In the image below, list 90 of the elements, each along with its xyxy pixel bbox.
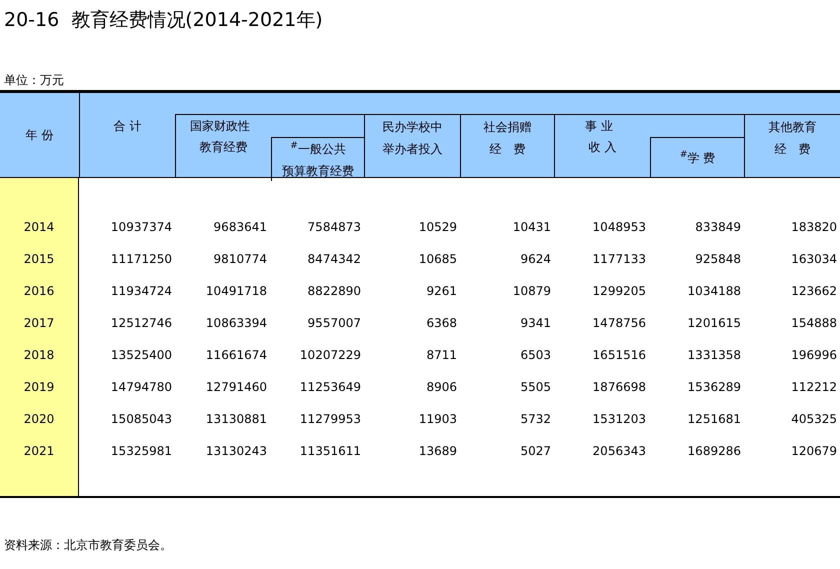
table-cell-text: 14794780 [110,379,173,396]
page-title: 20-16 教育经费情况(2014-2021年) [3,8,324,33]
column-header: 社会捐赠 [484,119,532,136]
unit-label: 单位：万元 [3,72,65,89]
table-cell-text: 196996 [790,347,838,364]
table-cell-text: 123662 [790,283,838,300]
table-cell-text: 13525400 [110,347,173,364]
year-cell-text: 2018 [22,347,56,364]
table-cell-text: 1536289 [686,379,742,396]
table-cell-text: 5732 [519,411,552,428]
source-note: 资料来源：北京市教育委员会。 [3,537,173,554]
column-header: 教育经费 [200,139,248,156]
column-header: 预算教育经费 [282,162,354,180]
table-cell-text: 8711 [425,347,458,364]
table-cell-text: 13689 [418,443,458,460]
year-cell-text: 2019 [22,379,56,396]
table-cell-text: 8906 [425,379,458,396]
table-cell-text: 9261 [425,283,458,300]
column-header: 收 入 [588,139,616,156]
table-cell-text: 1689286 [686,443,742,460]
column-header: 经 费 [490,141,526,158]
column-header: 合 计 [114,118,142,135]
table-cell-text: 154888 [790,315,838,332]
table-cell-text: 9683641 [212,219,268,236]
column-header: 举办者投入 [382,141,442,158]
table-cell-text: 9341 [519,315,552,332]
table-cell-text: 11661674 [204,347,268,364]
column-header: 国家财政性 [190,118,250,135]
table-cell-text: 163034 [790,251,838,268]
table-cell-text: 5027 [519,443,552,460]
table-cell-text: 112212 [790,379,838,396]
table-cell-text: 10491718 [204,283,268,300]
table-cell-text: 8474342 [306,251,362,268]
table-cell-text: 1651516 [592,347,647,364]
column-header: 事 业 [585,118,613,135]
table-cell-text: 1531203 [592,411,647,428]
table-cell-text: 11171250 [110,251,173,268]
table-cell-text: 6503 [519,347,552,364]
table-cell-text: 7584873 [306,219,362,236]
table-cell-text: 10529 [418,219,458,236]
column-header: 民办学校中 [382,119,442,136]
table-cell-text: 10863394 [204,315,268,332]
column-header: 年 份 [26,127,54,144]
table-cell-text: 1201615 [686,315,742,332]
table-cell-text: 12791460 [204,379,268,396]
table-cell-text: 183820 [790,219,838,236]
table-cell-text: 10937374 [110,219,173,236]
table-cell-text: 13130243 [204,443,268,460]
table-cell-text: 11903 [418,411,458,428]
table-cell-text: 1478756 [592,315,647,332]
table-cell-text: 1034188 [686,283,742,300]
table-cell-text: 925848 [694,251,742,268]
table-cell-text: 10431 [512,219,552,236]
table-cell-text: 1048953 [592,219,647,236]
table-cell-text: 1177133 [592,251,647,268]
year-cell-text: 2020 [22,411,56,428]
table-cell-text: 5505 [519,379,552,396]
table-cell-text: 11279953 [298,411,362,428]
year-cell-text: 2017 [22,315,56,332]
table-cell-text: 1331358 [686,347,742,364]
table-cell-text: 15085043 [110,411,173,428]
table-cell-text: 8822890 [306,283,362,300]
table-cell-text: 15325981 [110,443,173,460]
column-header: $^{#}$学 费 [680,149,716,166]
table-cell-text: 9624 [519,251,552,268]
table-cell-text: 120679 [790,443,838,460]
year-cell-text: 2014 [22,219,56,236]
table-cell-text: 833849 [694,219,742,236]
table-cell-text: 6368 [425,315,458,332]
table-cell-text: 1299205 [592,283,647,300]
table-cell-text: 10685 [418,251,458,268]
table-cell-text: 12512746 [110,315,173,332]
table-cell-text: 9557007 [306,315,362,332]
table-cell-text: 2056343 [592,443,647,460]
table-cell-text: 11253649 [298,379,362,396]
table-cell-text: 9810774 [212,251,268,268]
year-cell-text: 2021 [22,443,56,460]
column-header: $^{#}$一般公共 [290,140,346,158]
table-cell-text: 13130881 [204,411,268,428]
column-header: 其他教育 [768,119,816,136]
year-cell-text: 2015 [22,251,56,268]
table-cell-text: 11934724 [110,283,173,300]
column-header: 经 费 [774,141,810,158]
year-cell-text: 2016 [22,283,56,300]
table-cell-text: 405325 [790,411,838,428]
table-cell-text: 10879 [512,283,552,300]
table-cell-text: 1251681 [686,411,742,428]
table-cell-text: 11351611 [298,443,362,460]
table-cell-text: 10207229 [298,347,362,364]
table-cell-text: 1876698 [592,379,647,396]
